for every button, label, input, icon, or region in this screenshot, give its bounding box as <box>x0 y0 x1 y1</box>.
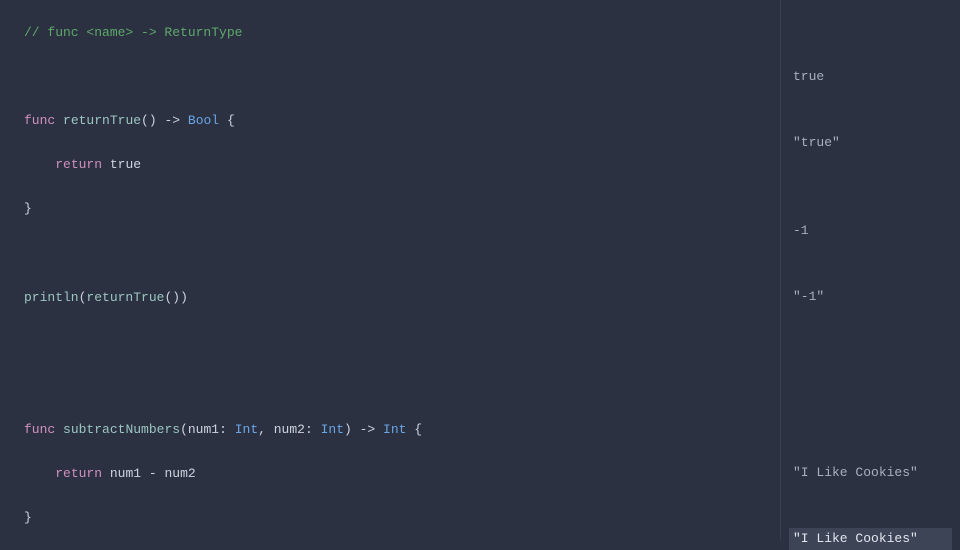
brace-close: } <box>24 510 32 525</box>
result-value: "I Like Cookies" <box>793 528 918 550</box>
comma: , <box>258 422 266 437</box>
result-row[interactable]: true <box>789 66 952 88</box>
fn-returnTrue: returnTrue <box>63 113 141 128</box>
arrow: -> <box>360 422 376 437</box>
colon: : <box>219 422 227 437</box>
type-int: Int <box>383 422 406 437</box>
code-editor[interactable]: // func <name> -> ReturnType func return… <box>24 0 780 540</box>
result-value: "-1" <box>793 286 824 308</box>
type-int: Int <box>321 422 344 437</box>
result-value: "true" <box>793 132 840 154</box>
brace-close: } <box>24 201 32 216</box>
result-row[interactable]: "-1" <box>789 286 952 308</box>
result-value: -1 <box>793 220 809 242</box>
keyword-return: return <box>55 466 102 481</box>
result-row[interactable]: "true" <box>789 132 952 154</box>
result-row-highlighted[interactable]: "I Like Cookies" <box>789 528 952 550</box>
gutter <box>0 0 24 540</box>
literal-true: true <box>110 157 141 172</box>
keyword-func: func <box>24 422 55 437</box>
result-row[interactable]: "I Like Cookies" <box>789 462 952 484</box>
result-value: true <box>793 66 824 88</box>
comment: // func <name> -> ReturnType <box>24 25 242 40</box>
param-num1: num1 <box>188 422 219 437</box>
results-panel: true "true" -1 "-1" "I Like Cookies" "I … <box>780 0 960 540</box>
brace-open: { <box>414 422 422 437</box>
id-num1: num1 <box>110 466 141 481</box>
brace-open: { <box>227 113 235 128</box>
colon: : <box>305 422 313 437</box>
type-bool: Bool <box>188 113 219 128</box>
keyword-return: return <box>55 157 102 172</box>
arrow: -> <box>164 113 180 128</box>
keyword-func: func <box>24 113 55 128</box>
fn-returnTrue-call: returnTrue <box>86 290 164 305</box>
minus: - <box>149 466 157 481</box>
fn-println: println <box>24 290 79 305</box>
paren-close: ) <box>172 290 180 305</box>
param-num2: num2 <box>274 422 305 437</box>
paren-open: ( <box>180 422 188 437</box>
result-row[interactable]: -1 <box>789 220 952 242</box>
fn-subtractNumbers: subtractNumbers <box>63 422 180 437</box>
result-value: "I Like Cookies" <box>793 462 918 484</box>
paren-close: ) <box>149 113 157 128</box>
paren-open: ( <box>141 113 149 128</box>
paren-close: ) <box>180 290 188 305</box>
paren-close: ) <box>344 422 352 437</box>
type-int: Int <box>235 422 258 437</box>
id-num2: num2 <box>165 466 196 481</box>
